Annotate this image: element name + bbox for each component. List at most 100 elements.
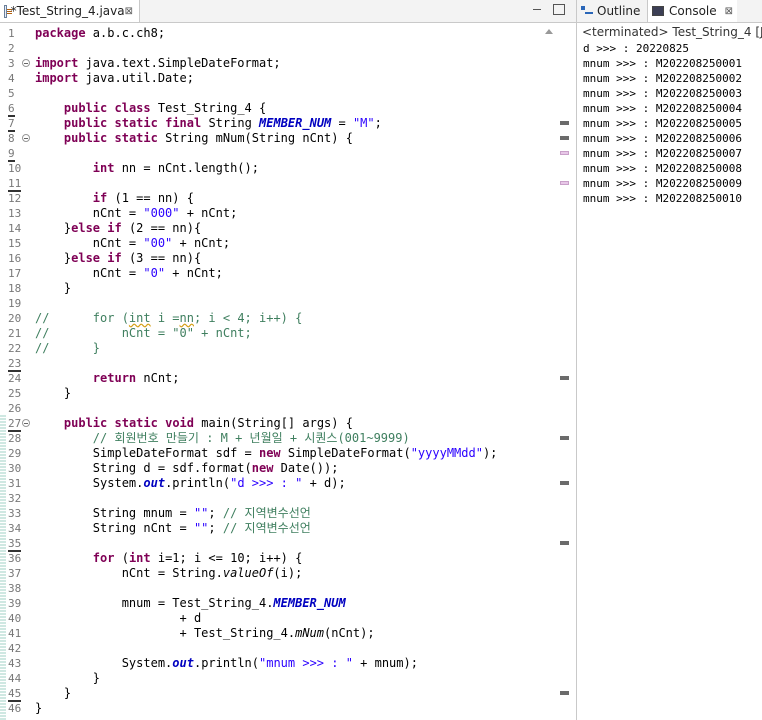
console-line: mnum >>> : M202208250007 bbox=[583, 147, 742, 160]
code-line: int nn = nCnt.length(); bbox=[92, 161, 259, 175]
code-line: nCnt = "0" + nCnt; bbox=[35, 266, 223, 280]
line-number: 3 bbox=[0, 56, 34, 71]
console-line: mnum >>> : M202208250009 bbox=[583, 177, 742, 190]
code-line: return nCnt; bbox=[92, 371, 180, 385]
view-tab-bar: Outline Console ⊠ bbox=[577, 0, 762, 23]
code-line: SimpleDateFormat sdf = new SimpleDateFor… bbox=[35, 446, 498, 460]
warning-marker[interactable] bbox=[560, 151, 569, 155]
occurrence-marker[interactable] bbox=[560, 376, 569, 380]
editor-tab-bar: *Test_String_4.java ⊠ bbox=[0, 0, 576, 23]
code-line: System.out.println("d >>> : " + d); bbox=[35, 476, 346, 490]
line-number: 26 bbox=[8, 402, 22, 415]
code-line: public static String mNum(String nCnt) { bbox=[63, 131, 353, 145]
code-line: String d = sdf.format(new Date()); bbox=[35, 461, 339, 475]
console-pane[interactable]: Outline Console ⊠ <terminated> Test_Stri… bbox=[577, 0, 762, 720]
line-number: 2 bbox=[8, 42, 15, 55]
code-line: } bbox=[35, 671, 101, 685]
occurrence-marker[interactable] bbox=[560, 136, 569, 140]
warning-marker[interactable] bbox=[560, 181, 569, 185]
minimize-icon[interactable] bbox=[531, 4, 543, 15]
code-line: }else if (3 == nn){ bbox=[35, 251, 202, 265]
code-line: import java.util.Date; bbox=[35, 71, 194, 85]
line-number: 18 bbox=[8, 282, 22, 295]
overview-ruler[interactable] bbox=[557, 23, 576, 720]
console-output[interactable]: d >>> : 20220825 mnum >>> : M20220825000… bbox=[583, 41, 742, 206]
fold-collapse-icon[interactable] bbox=[22, 134, 30, 142]
console-line: mnum >>> : M202208250010 bbox=[583, 192, 742, 205]
occurrence-marker[interactable] bbox=[560, 691, 569, 695]
editor-tab-test-string-4[interactable]: *Test_String_4.java ⊠ bbox=[0, 0, 140, 22]
console-line: mnum >>> : M202208250005 bbox=[583, 117, 742, 130]
line-number: 17 bbox=[8, 267, 22, 280]
code-line: } bbox=[35, 686, 72, 700]
fold-collapse-icon[interactable] bbox=[22, 59, 30, 67]
console-status: <terminated> Test_String_4 [Java bbox=[582, 25, 762, 39]
occurrence-marker[interactable] bbox=[560, 121, 569, 125]
close-icon[interactable]: ⊠ bbox=[725, 6, 733, 17]
scroll-up-arrow-icon[interactable] bbox=[545, 29, 553, 34]
line-number: 25 bbox=[8, 387, 22, 400]
line-number: 4 bbox=[8, 72, 15, 85]
line-number: 11 bbox=[8, 177, 22, 192]
line-number: 15 bbox=[8, 237, 22, 250]
console-line: d >>> : 20220825 bbox=[583, 42, 689, 55]
code-line: nCnt = String.valueOf(i); bbox=[35, 566, 303, 580]
console-line: mnum >>> : M202208250002 bbox=[583, 72, 742, 85]
line-number: 7 bbox=[8, 117, 15, 132]
editor-tab-label: *Test_String_4.java bbox=[10, 4, 125, 18]
line-number: 21 bbox=[8, 327, 22, 340]
console-line: mnum >>> : M202208250008 bbox=[583, 162, 742, 175]
line-number: 13 bbox=[8, 207, 22, 220]
line-number: 10 bbox=[8, 162, 22, 175]
maximize-icon[interactable] bbox=[553, 4, 565, 15]
line-number: 12 bbox=[8, 192, 22, 205]
console-line: mnum >>> : M202208250003 bbox=[583, 87, 742, 100]
code-line: public class Test_String_4 { bbox=[63, 101, 267, 115]
tab-console-label: Console bbox=[669, 4, 717, 18]
occurrence-marker[interactable] bbox=[560, 541, 569, 545]
code-line: } bbox=[35, 701, 43, 715]
code-line: // } bbox=[35, 341, 101, 355]
line-number: 8 bbox=[0, 131, 34, 146]
fold-collapse-icon[interactable] bbox=[22, 419, 30, 427]
code-line: import java.text.SimpleDateFormat; bbox=[35, 56, 281, 70]
code-line: // 회원번호 만들기 : M + 년월일 + 시퀀스(001~9999) bbox=[35, 431, 410, 445]
console-line: mnum >>> : M202208250001 bbox=[583, 57, 742, 70]
code-line: String nCnt = ""; // 지역변수선언 bbox=[35, 521, 311, 535]
occurrence-marker[interactable] bbox=[560, 436, 569, 440]
code-line: System.out.println("mnum >>> : " + mnum)… bbox=[35, 656, 418, 670]
code-line: // for (int i =nn; i < 4; i++) { bbox=[35, 311, 303, 325]
code-line: if (1 == nn) { bbox=[92, 191, 194, 205]
line-number: 20 bbox=[8, 312, 22, 325]
console-line: mnum >>> : M202208250004 bbox=[583, 102, 742, 115]
line-number: 5 bbox=[8, 87, 15, 100]
code-line: nCnt = "00" + nCnt; bbox=[35, 236, 231, 250]
code-line: + Test_String_4.mNum(nCnt); bbox=[35, 626, 375, 640]
code-line: mnum = Test_String_4.MEMBER_NUM bbox=[35, 596, 346, 610]
console-icon bbox=[652, 6, 664, 16]
line-number: 24 bbox=[8, 372, 22, 385]
tab-console[interactable]: Console ⊠ bbox=[647, 0, 738, 22]
line-number: 1 bbox=[8, 27, 15, 40]
code-line: + d bbox=[35, 611, 202, 625]
line-number: 14 bbox=[8, 222, 22, 235]
code-line: }else if (2 == nn){ bbox=[35, 221, 202, 235]
occurrence-marker[interactable] bbox=[560, 481, 569, 485]
java-file-icon bbox=[4, 4, 11, 18]
line-number: 22 bbox=[8, 342, 22, 355]
code-line: } bbox=[35, 281, 72, 295]
outline-icon bbox=[581, 6, 593, 16]
tab-outline[interactable]: Outline bbox=[581, 0, 640, 22]
tab-outline-label: Outline bbox=[597, 4, 641, 18]
code-line: } bbox=[35, 386, 72, 400]
code-line: package a.b.c.ch8; bbox=[35, 26, 166, 40]
line-number: 16 bbox=[8, 252, 22, 265]
line-number: 19 bbox=[8, 297, 22, 310]
code-line: nCnt = "000" + nCnt; bbox=[35, 206, 238, 220]
vertical-scrollbar[interactable] bbox=[541, 23, 557, 720]
console-line: mnum >>> : M202208250006 bbox=[583, 132, 742, 145]
editor-pane[interactable]: *Test_String_4.java ⊠ 1 2 3 4 5 6 7 8 9 … bbox=[0, 0, 577, 720]
close-icon[interactable]: ⊠ bbox=[125, 6, 133, 17]
code-line: for (int i=1; i <= 10; i++) { bbox=[92, 551, 303, 565]
change-gutter bbox=[0, 415, 6, 720]
